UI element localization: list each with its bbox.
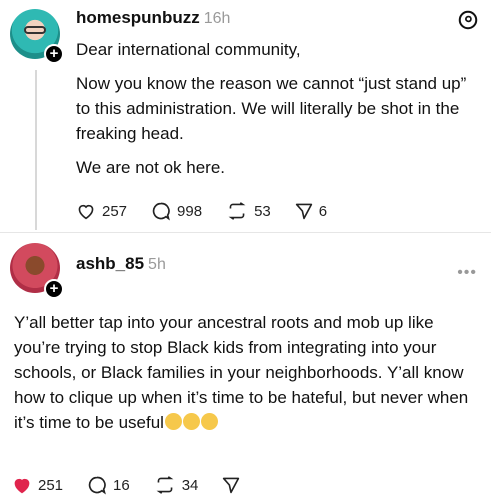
comment-icon bbox=[152, 202, 170, 221]
post1-body: Dear international community, Now you kn… bbox=[76, 37, 476, 189]
post1-username[interactable]: homespunbuzz bbox=[76, 8, 200, 27]
reply-count: 998 bbox=[177, 202, 203, 220]
follow-plus-icon[interactable]: + bbox=[44, 44, 64, 64]
reply-count: 16 bbox=[113, 476, 130, 494]
unamused-emoji-icon bbox=[182, 413, 200, 430]
post2-body: Y’all better tap into your ancestral roo… bbox=[14, 310, 484, 435]
share-button[interactable] bbox=[222, 476, 246, 494]
threads-logo-icon[interactable] bbox=[457, 9, 479, 31]
avatar-glasses bbox=[24, 26, 46, 34]
post2-text: Y’all better tap into your ancestral roo… bbox=[14, 313, 469, 432]
post1-paragraph: Now you know the reason we cannot “just … bbox=[76, 74, 467, 143]
like-count: 257 bbox=[102, 202, 128, 220]
heart-filled-icon bbox=[14, 478, 30, 494]
reply-button[interactable]: 998 bbox=[151, 201, 202, 221]
follow-plus-icon[interactable]: + bbox=[44, 279, 64, 299]
post2-username-row: ashb_85 5h bbox=[76, 254, 166, 274]
heart-icon bbox=[78, 204, 94, 220]
share-icon bbox=[223, 477, 240, 494]
repost-icon bbox=[228, 202, 246, 220]
expressionless-emoji-icon bbox=[200, 413, 218, 430]
post1-stats: 257 998 53 6 bbox=[76, 201, 351, 221]
share-icon bbox=[295, 203, 312, 220]
thread-line bbox=[35, 70, 37, 230]
more-icon[interactable]: ••• bbox=[457, 264, 477, 282]
share-count: 6 bbox=[318, 202, 328, 220]
post1-username-row: homespunbuzz 16h bbox=[76, 8, 230, 28]
like-button[interactable]: 257 bbox=[76, 202, 127, 220]
repost-button[interactable]: 53 bbox=[226, 202, 271, 220]
post1-time: 16h bbox=[203, 10, 231, 27]
repost-icon bbox=[156, 476, 174, 494]
post2-time: 5h bbox=[148, 256, 166, 273]
eye-roll-emoji-icon bbox=[164, 413, 182, 430]
repost-count: 53 bbox=[254, 202, 271, 220]
like-count: 251 bbox=[38, 476, 64, 494]
post2-username[interactable]: ashb_85 bbox=[76, 254, 144, 273]
repost-count: 34 bbox=[181, 476, 199, 494]
post1-paragraph: We are not ok here. bbox=[76, 158, 225, 177]
comment-icon bbox=[88, 476, 106, 495]
like-button[interactable]: 251 bbox=[12, 476, 63, 494]
post1-paragraph: Dear international community, bbox=[76, 40, 301, 59]
repost-button[interactable]: 34 bbox=[154, 476, 199, 494]
post2-stats: 251 16 34 bbox=[12, 475, 270, 495]
share-button[interactable]: 6 bbox=[295, 202, 327, 220]
reply-button[interactable]: 16 bbox=[87, 475, 130, 495]
post-divider bbox=[0, 232, 491, 233]
